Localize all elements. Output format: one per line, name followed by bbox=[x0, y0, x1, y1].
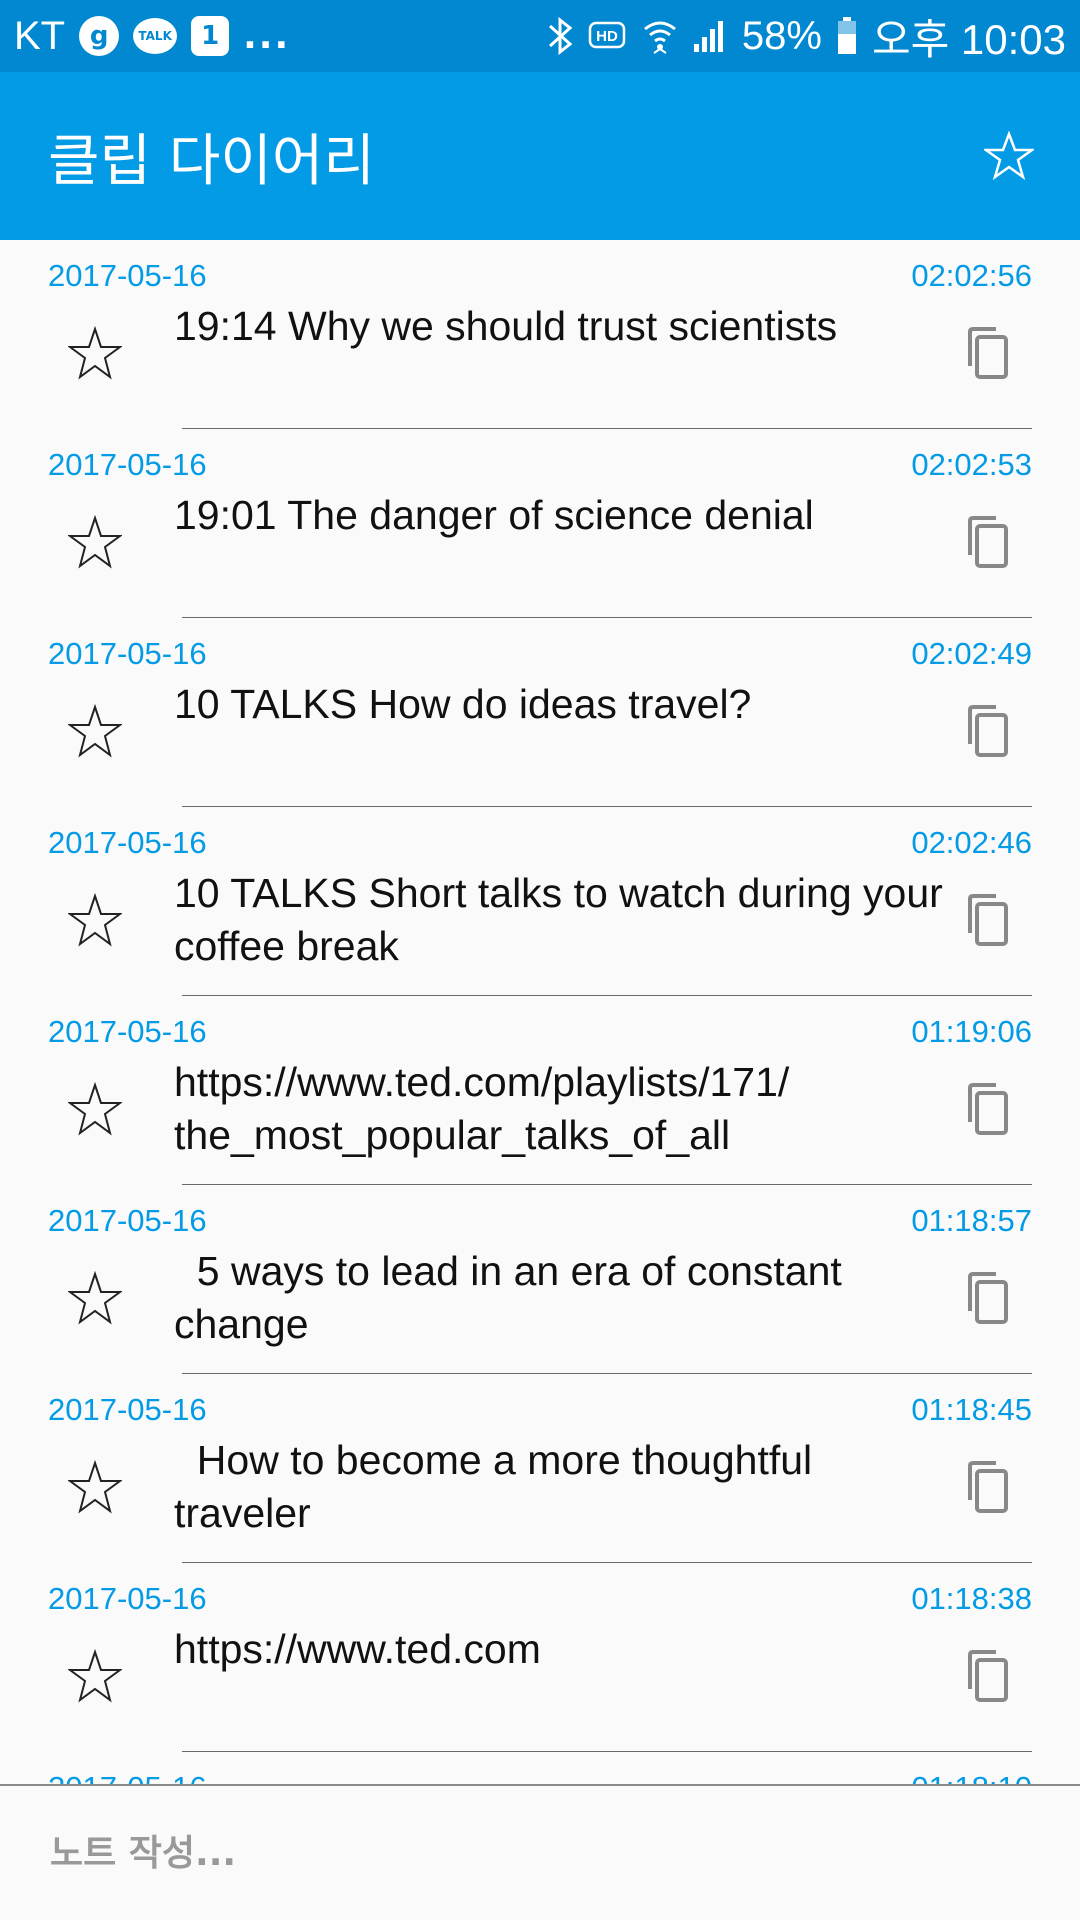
favorite-star-icon[interactable] bbox=[66, 325, 124, 380]
clip-text[interactable]: 19:14 Why we should trust scientists bbox=[174, 300, 954, 353]
clip-item[interactable]: 2017-05-16 02:02:46 10 TALKS Short talks t… bbox=[0, 807, 1080, 996]
more-notifications-icon: ... bbox=[243, 15, 291, 57]
status-right: HD 58% 오후 10:03 bbox=[546, 6, 1066, 67]
note-bar bbox=[0, 1784, 1080, 1920]
carrier-label: KT bbox=[14, 13, 66, 58]
clip-date: 2017-05-16 bbox=[48, 825, 207, 860]
clip-date: 2017-05-16 bbox=[48, 1392, 207, 1427]
clip-item[interactable]: 2017-05-16 01:18:38 https://www.ted.com bbox=[0, 1563, 1080, 1752]
hd-voice-icon: HD bbox=[588, 19, 628, 53]
clip-time: 01:18:45 bbox=[911, 1392, 1032, 1427]
clip-date: 2017-05-16 bbox=[48, 447, 207, 482]
clip-text[interactable]: 5 ways to lead in an era of constant cha… bbox=[174, 1245, 954, 1351]
clip-item[interactable]: 2017-05-16 01:18:57 5 ways to lead in an … bbox=[0, 1185, 1080, 1374]
clip-time: 02:02:53 bbox=[911, 447, 1032, 482]
note-input[interactable] bbox=[48, 1831, 952, 1875]
copy-icon[interactable] bbox=[962, 1460, 1010, 1514]
kakaotalk-icon: TALK bbox=[133, 18, 178, 54]
clip-time: 01:18:38 bbox=[911, 1581, 1032, 1616]
clip-date: 2017-05-16 bbox=[48, 1581, 207, 1616]
g-app-icon: g bbox=[79, 16, 120, 56]
clip-time: 02:02:49 bbox=[911, 636, 1032, 671]
copy-icon[interactable] bbox=[962, 1082, 1010, 1136]
clip-time: 02:02:46 bbox=[911, 825, 1032, 860]
favorite-star-icon[interactable] bbox=[66, 1459, 124, 1514]
battery-percent: 58% bbox=[741, 13, 822, 58]
favorite-star-icon[interactable] bbox=[66, 1648, 124, 1703]
clip-item[interactable]: 2017-05-16 02:02:56 19:14 Why we should tr… bbox=[0, 240, 1080, 429]
copy-icon[interactable] bbox=[962, 326, 1010, 380]
svg-text:HD: HD bbox=[596, 28, 618, 45]
clip-text[interactable]: 10 TALKS Short talks to watch during you… bbox=[174, 867, 954, 973]
page-title: 클립 다이어리 bbox=[48, 128, 375, 194]
favorite-star-icon[interactable] bbox=[66, 703, 124, 758]
clip-list[interactable]: 2017-05-16 02:02:56 19:14 Why we should tr… bbox=[0, 240, 1080, 1786]
favorites-star-icon[interactable] bbox=[984, 131, 1034, 181]
signal-icon bbox=[692, 18, 728, 54]
clip-text[interactable]: How to become a more thoughtful traveler bbox=[174, 1434, 954, 1540]
favorite-star-icon[interactable] bbox=[66, 514, 124, 569]
clip-item[interactable]: 2017-05-16 02:02:49 10 TALKS How do ideas … bbox=[0, 618, 1080, 807]
favorite-star-icon[interactable] bbox=[66, 1081, 124, 1136]
clip-date: 2017-05-16 bbox=[48, 636, 207, 671]
favorite-star-icon[interactable] bbox=[66, 892, 124, 947]
clip-text[interactable]: https://www.ted.com bbox=[174, 1623, 954, 1676]
clip-time: 02:02:56 bbox=[911, 258, 1032, 293]
clip-date: 2017-05-16 bbox=[48, 258, 207, 293]
battery-icon bbox=[836, 16, 858, 56]
copy-icon[interactable] bbox=[962, 893, 1010, 947]
clock: 오후 10:03 bbox=[871, 15, 1066, 63]
clip-item[interactable]: 2017-05-16 01:19:06 https://www.ted.com/pl… bbox=[0, 996, 1080, 1185]
clip-date: 2017-05-16 bbox=[48, 1203, 207, 1238]
notification-count-icon: 1 bbox=[191, 16, 230, 56]
status-bar: KT g TALK 1 ... HD 58% 오후 10:03 bbox=[0, 0, 1080, 72]
clip-item[interactable]: 2017-05-16 01:18:45 How to become a more … bbox=[0, 1374, 1080, 1563]
copy-icon[interactable] bbox=[962, 1649, 1010, 1703]
copy-icon[interactable] bbox=[962, 515, 1010, 569]
clip-text[interactable]: 10 TALKS How do ideas travel? bbox=[174, 678, 954, 731]
status-left: KT g TALK 1 ... bbox=[14, 14, 290, 59]
favorite-star-icon[interactable] bbox=[66, 1270, 124, 1325]
clip-text[interactable]: https://www.ted.com/playlists/171/ the_m… bbox=[174, 1056, 954, 1162]
clip-time: 01:19:06 bbox=[911, 1014, 1032, 1049]
copy-icon[interactable] bbox=[962, 704, 1010, 758]
clip-time: 01:18:57 bbox=[911, 1203, 1032, 1238]
clip-item[interactable]: 2017-05-16 02:02:53 19:01 The danger of sc… bbox=[0, 429, 1080, 618]
clip-text[interactable]: 19:01 The danger of science denial bbox=[174, 489, 954, 542]
wifi-icon bbox=[642, 17, 678, 55]
clip-item[interactable]: 2017-05-1601:18:10 bbox=[0, 1752, 1080, 1786]
copy-icon[interactable] bbox=[962, 1271, 1010, 1325]
clip-date: 2017-05-16 bbox=[48, 1014, 207, 1049]
app-bar: 클립 다이어리 bbox=[0, 72, 1080, 240]
bluetooth-icon bbox=[546, 16, 574, 56]
